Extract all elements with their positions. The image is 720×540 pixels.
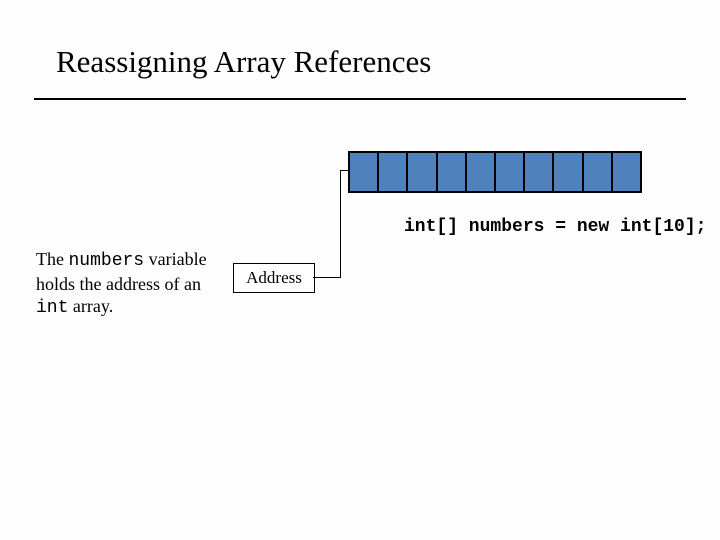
array-cell bbox=[496, 153, 525, 191]
array-cell bbox=[613, 153, 640, 191]
code-declaration: int[] numbers = new int[10]; bbox=[404, 217, 706, 237]
array-cell bbox=[350, 153, 379, 191]
title-underline bbox=[34, 98, 686, 100]
connector-line bbox=[340, 171, 341, 278]
array-cell bbox=[554, 153, 583, 191]
array-cell bbox=[438, 153, 467, 191]
array-cell bbox=[584, 153, 613, 191]
caption-type-name: int bbox=[36, 298, 68, 318]
connector-line bbox=[340, 170, 348, 171]
slide: Reassigning Array References int[] numbe… bbox=[0, 0, 720, 540]
array-cell bbox=[379, 153, 408, 191]
caption-var-name: numbers bbox=[68, 251, 144, 271]
address-box: Address bbox=[233, 263, 315, 293]
slide-title: Reassigning Array References bbox=[56, 44, 431, 80]
caption-part: array. bbox=[68, 296, 113, 316]
array-cell bbox=[467, 153, 496, 191]
array-diagram bbox=[348, 151, 642, 193]
connector-line bbox=[313, 277, 340, 278]
caption-part: The bbox=[36, 249, 68, 269]
caption-text: The numbers variable holds the address o… bbox=[36, 248, 222, 320]
array-cell bbox=[525, 153, 554, 191]
array-cell bbox=[408, 153, 437, 191]
